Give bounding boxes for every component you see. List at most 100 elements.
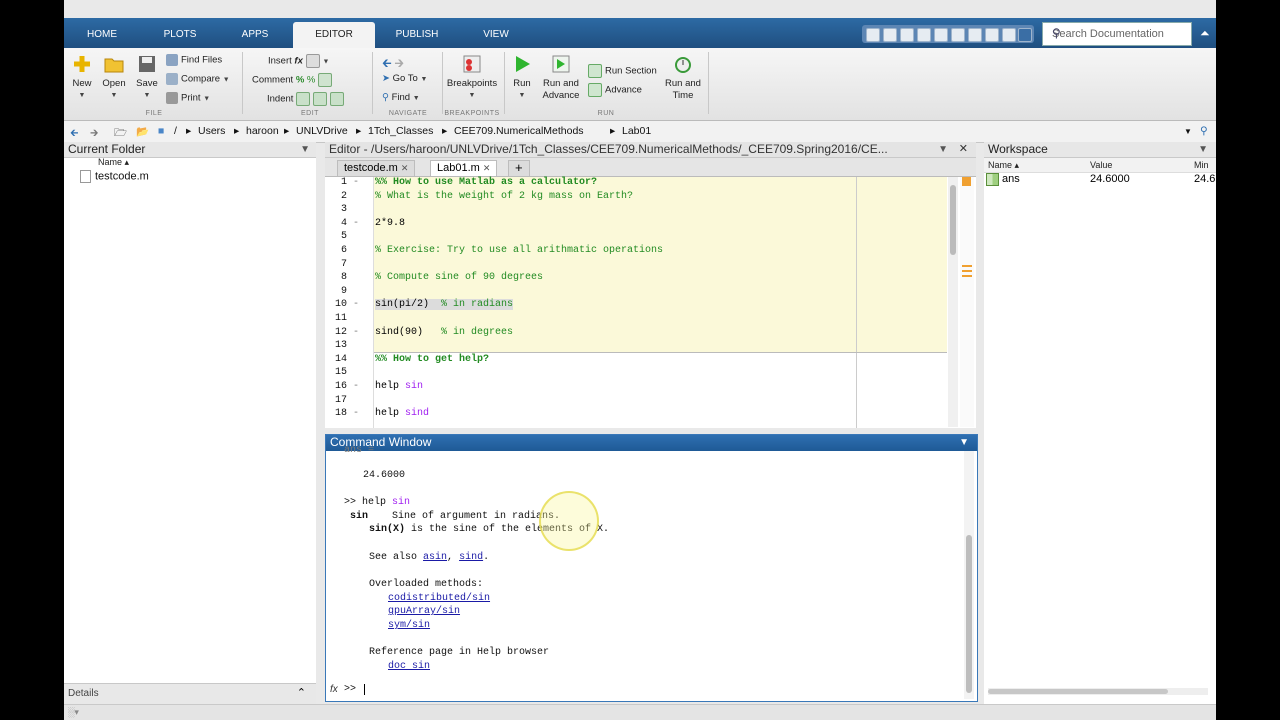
search-folder-icon[interactable]: ⚲ xyxy=(1200,125,1208,137)
breadcrumb-users[interactable]: Users xyxy=(198,125,225,137)
panel-actions-icon[interactable]: ▼ xyxy=(300,142,310,157)
details-bar[interactable]: Details ⌃ xyxy=(64,683,316,705)
code-line-selected: sin(pi/2) % in radians xyxy=(375,299,514,311)
tab-plots[interactable]: PLOTS xyxy=(148,22,212,48)
m-file-icon xyxy=(80,170,91,183)
chevron-up-icon[interactable]: ⌃ xyxy=(297,686,306,699)
details-label: Details xyxy=(68,688,99,699)
goto-button[interactable]: ➤ Go To ▼ xyxy=(382,73,427,84)
tab-lab01-label: Lab01.m xyxy=(437,162,480,174)
run-and-advance-button[interactable]: Run and Advance xyxy=(540,54,582,102)
fx-icon[interactable]: fx xyxy=(330,684,338,695)
warning-marker[interactable] xyxy=(962,270,972,272)
up-folder-icon[interactable]: 🗁 xyxy=(114,125,127,143)
breadcrumb-lab01[interactable]: Lab01 xyxy=(622,125,651,137)
breadcrumb-root[interactable]: / xyxy=(174,125,177,137)
breadcrumb-1tch-classes[interactable]: 1Tch_Classes xyxy=(368,125,433,137)
run-button[interactable]: Run ▼ xyxy=(508,54,536,100)
command-window-scrollbar[interactable] xyxy=(964,451,974,699)
open-button[interactable]: Open ▼ xyxy=(100,54,128,100)
link-gpuarray-sin[interactable]: gpuArray/sin xyxy=(388,606,460,617)
browse-folder-icon[interactable]: 📂 xyxy=(136,125,149,138)
link-codistributed-sin[interactable]: codistributed/sin xyxy=(388,593,490,604)
new-button[interactable]: New ▼ xyxy=(70,54,94,100)
help-function-name: sin xyxy=(350,511,369,522)
line-number: 5 xyxy=(340,231,347,243)
workspace-col-value[interactable]: Value xyxy=(1090,158,1112,172)
root-folder-icon[interactable]: ■ xyxy=(158,125,164,137)
workspace-actions-icon[interactable]: ▼ xyxy=(1198,142,1208,157)
paste-icon[interactable] xyxy=(934,28,948,42)
search-documentation-input[interactable]: Search Documentation ⚲ xyxy=(1042,22,1192,46)
breadcrumb-cee709[interactable]: CEE709.NumericalMethods xyxy=(454,125,584,137)
tab-apps[interactable]: APPS xyxy=(226,22,284,48)
quick-access-save-icon[interactable] xyxy=(883,28,897,42)
quick-access-new-icon[interactable] xyxy=(866,28,880,42)
tab-testcode[interactable]: testcode.m ✕ xyxy=(337,160,416,176)
save-button[interactable]: Save ▼ xyxy=(134,54,160,100)
search-icon[interactable]: ⚲ xyxy=(1052,26,1184,40)
undo-icon[interactable] xyxy=(951,28,965,42)
warning-indicator-icon[interactable] xyxy=(962,177,971,186)
tab-publish[interactable]: PUBLISH xyxy=(382,22,452,48)
run-and-time-button[interactable]: Run and Time xyxy=(662,54,704,102)
indent-button[interactable]: Indent xyxy=(267,92,347,106)
tab-lab01[interactable]: Lab01.m ✕ xyxy=(430,160,498,176)
link-sind[interactable]: sind xyxy=(459,552,483,563)
switch-windows-icon[interactable] xyxy=(985,28,999,42)
code-area[interactable]: %% How to use Matlab as a calculator? % … xyxy=(374,177,947,428)
advance-button[interactable]: Advance xyxy=(588,83,642,97)
link-doc-sin[interactable]: doc sin xyxy=(388,661,430,672)
print-button[interactable]: Print ▼ xyxy=(166,92,210,104)
back-icon[interactable]: 🡰 xyxy=(70,125,79,143)
group-label-file: FILE xyxy=(145,110,163,117)
copy-icon[interactable] xyxy=(917,28,931,42)
warning-marker[interactable] xyxy=(962,275,972,277)
workspace-hscrollbar[interactable] xyxy=(988,688,1208,695)
editor-toolstrip: New ▼ Open ▼ Save ▼ Find Files Compare ▼ Pr… xyxy=(64,48,1216,121)
editor-scroll-thumb[interactable] xyxy=(950,185,956,255)
command-prompt-row[interactable]: fx >> xyxy=(326,681,966,699)
link-sym-sin[interactable]: sym/sin xyxy=(388,620,430,631)
run-section-button[interactable]: Run Section xyxy=(588,64,657,78)
breakpoints-button[interactable]: Breakpoints ▼ xyxy=(444,54,500,100)
compare-button[interactable]: Compare ▼ xyxy=(166,73,230,85)
new-label: New xyxy=(72,78,92,89)
forward-icon[interactable]: 🡲 xyxy=(90,125,99,143)
address-dropdown-icon[interactable]: ▼ xyxy=(1184,127,1192,136)
breadcrumb-haroon[interactable]: haroon xyxy=(246,125,279,137)
file-item[interactable]: testcode.m xyxy=(80,170,149,183)
workspace-hscroll-thumb[interactable] xyxy=(988,689,1168,694)
warning-marker[interactable] xyxy=(962,265,972,267)
collapse-toolstrip-icon[interactable]: ⏶ xyxy=(1200,26,1210,41)
name-column-header[interactable]: Name ▴ xyxy=(98,157,129,168)
editor-actions-icon[interactable]: ▼ xyxy=(938,142,948,157)
find-files-button[interactable]: Find Files xyxy=(166,54,222,66)
print-icon xyxy=(166,92,178,104)
breadcrumb-unlvdrive[interactable]: UNLVDrive xyxy=(296,125,348,137)
tab-home[interactable]: HOME xyxy=(72,22,132,48)
back-arrow-icon: 🡰 xyxy=(382,56,392,70)
help-icon[interactable] xyxy=(1002,28,1016,42)
line-number: 13 xyxy=(334,340,347,352)
close-tab-icon[interactable]: ✕ xyxy=(483,163,491,173)
command-window-actions-icon[interactable]: ▼ xyxy=(959,435,969,450)
cut-icon[interactable] xyxy=(900,28,914,42)
command-window-scroll-thumb[interactable] xyxy=(966,535,972,693)
back-forward-buttons[interactable]: 🡰 🡲 xyxy=(382,54,404,75)
workspace-col-min[interactable]: Min xyxy=(1194,158,1209,172)
close-editor-icon[interactable]: ✕ xyxy=(959,142,968,157)
new-tab-icon[interactable]: + xyxy=(508,160,530,176)
close-tab-icon[interactable]: ✕ xyxy=(401,163,409,173)
find-button[interactable]: ⚲ Find ▼ xyxy=(382,92,420,103)
redo-icon[interactable] xyxy=(968,28,982,42)
comment-button[interactable]: Comment % % xyxy=(252,73,335,87)
workspace-col-name[interactable]: Name ▴ xyxy=(988,158,1019,172)
code-line: %% How to use Matlab as a calculator? xyxy=(375,177,598,188)
link-asin[interactable]: asin xyxy=(423,552,447,563)
community-icon[interactable] xyxy=(1018,28,1032,42)
tab-editor[interactable]: EDITOR xyxy=(293,22,375,48)
editor-scrollbar[interactable] xyxy=(948,177,958,427)
tab-view[interactable]: VIEW xyxy=(466,22,526,48)
insert-button[interactable]: Insert fx ▼ xyxy=(268,54,329,68)
